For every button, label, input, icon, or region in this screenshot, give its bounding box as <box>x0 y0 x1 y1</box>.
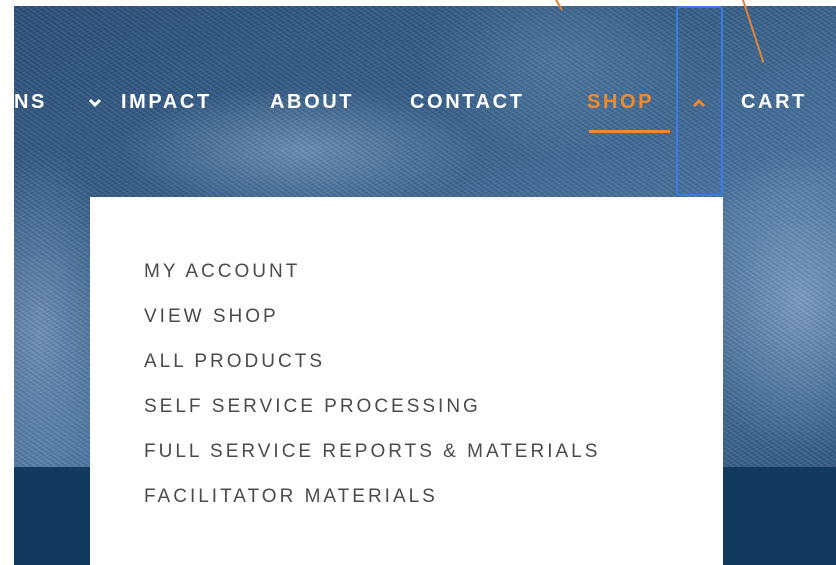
menu-item-facilitator-materials[interactable]: FACILITATOR MATERIALS <box>144 484 600 529</box>
nav-item-solutions[interactable]: NS <box>14 90 47 114</box>
menu-item-my-account[interactable]: MY ACCOUNT <box>144 259 600 304</box>
shop-menu-list: MY ACCOUNT VIEW SHOP ALL PRODUCTS SELF S… <box>144 259 600 529</box>
submenu-toggle-focus-ring[interactable] <box>676 6 723 196</box>
menu-item-self-service-processing[interactable]: SELF SERVICE PROCESSING <box>144 394 600 439</box>
menu-item-all-products[interactable]: ALL PRODUCTS <box>144 349 600 394</box>
shop-dropdown-menu: MY ACCOUNT VIEW SHOP ALL PRODUCTS SELF S… <box>90 197 723 565</box>
nav-item-shop[interactable]: SHOP <box>587 90 654 114</box>
active-nav-underline <box>589 130 670 133</box>
nav-item-impact[interactable]: IMPACT <box>121 90 212 114</box>
nav-item-about[interactable]: ABOUT <box>270 90 354 114</box>
menu-item-full-service-reports[interactable]: FULL SERVICE REPORTS & MATERIALS <box>144 439 600 484</box>
nav-item-contact[interactable]: CONTACT <box>410 90 524 114</box>
chevron-down-icon[interactable] <box>88 90 102 114</box>
menu-item-view-shop[interactable]: VIEW SHOP <box>144 304 600 349</box>
nav-item-cart[interactable]: CART <box>741 90 807 114</box>
